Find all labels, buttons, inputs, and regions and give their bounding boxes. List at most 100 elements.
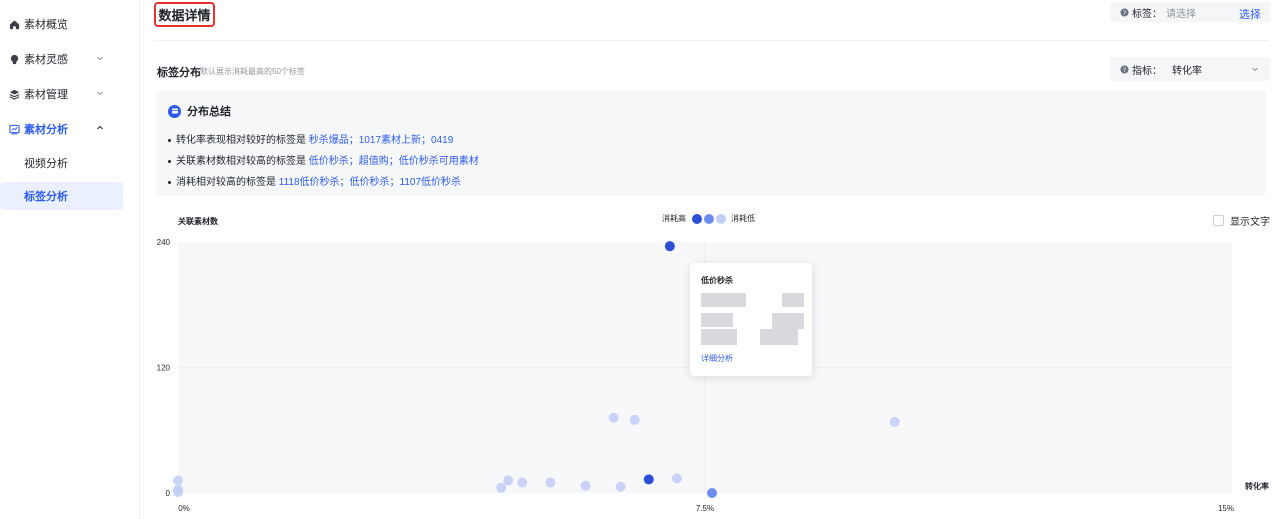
x-tick-label: 0%: [178, 504, 190, 513]
tag-link[interactable]: 秒杀爆品: [309, 135, 349, 146]
chevron-down-icon: [95, 88, 107, 100]
tag-link[interactable]: 1017素材上新: [359, 135, 421, 146]
data-point: [615, 481, 626, 492]
separator: ；: [348, 135, 359, 146]
legend-dot-high: [692, 213, 702, 224]
data-point: [173, 486, 183, 497]
data-point: [496, 482, 507, 493]
x-axis-title: 转化率: [1245, 481, 1269, 491]
stack-icon: [8, 88, 20, 100]
sidebar-item-label: 素材灵感: [24, 54, 68, 66]
tag-link[interactable]: 超值购: [359, 156, 389, 167]
tag-link[interactable]: 低价秒杀: [309, 156, 349, 167]
data-point: [664, 241, 675, 252]
chart-tooltip: 低价秒杀 详细分析: [690, 263, 812, 376]
bulb-icon: [8, 53, 20, 65]
help-icon: ?: [1120, 64, 1129, 74]
help-icon: ?: [1120, 7, 1129, 17]
sidebar-item-label: 素材管理: [24, 89, 68, 101]
svg-text:?: ?: [1123, 66, 1126, 73]
select-button[interactable]: 选择: [1239, 6, 1261, 22]
summary-icon: [168, 104, 181, 118]
tag-link[interactable]: 低价秒杀: [350, 177, 390, 188]
metric-label: 指标：: [1132, 65, 1162, 77]
data-point: [671, 473, 682, 484]
show-text-checkbox[interactable]: [1213, 215, 1224, 226]
bullet: [168, 138, 171, 142]
main-content: 数据详情 ? 标签： 请选择 选择 标签分布 默认展示消耗最高的50个标签 ? …: [140, 0, 1285, 519]
redacted-block: [760, 329, 798, 345]
redacted-block: [772, 313, 804, 329]
data-point: [580, 480, 591, 491]
metric-value: 转化率: [1172, 65, 1202, 77]
home-icon: [8, 18, 20, 30]
tag-link[interactable]: 1118低价秒杀: [279, 177, 340, 188]
x-tick-label: 7.5%: [696, 504, 714, 513]
legend-low-label: 消耗低: [731, 214, 755, 223]
summary-line: 转化率表现相对较好的标签是 秒杀爆品；1017素材上新；0419: [168, 131, 453, 146]
legend-high-label: 消耗高: [662, 214, 686, 223]
y-tick-label: 0: [166, 489, 171, 498]
chart-icon: [8, 123, 20, 135]
data-point: [517, 477, 528, 488]
legend-dot-low: [716, 213, 726, 224]
data-point: [545, 477, 556, 488]
redacted-block: [782, 293, 804, 307]
sidebar-item-label: 素材概览: [24, 19, 68, 31]
separator: ；: [339, 177, 350, 188]
page-title: 数据详情: [154, 2, 215, 27]
bullet: [168, 180, 171, 184]
summary-panel: 分布总结 转化率表现相对较好的标签是 秒杀爆品；1017素材上新；0419 关联…: [156, 91, 1266, 196]
show-text-toggle[interactable]: 显示文字: [1213, 213, 1270, 228]
summary-title: 分布总结: [187, 106, 231, 118]
chevron-up-icon: [95, 123, 107, 135]
data-point: [707, 488, 718, 498]
data-point: [889, 416, 900, 427]
show-text-label: 显示文字: [1230, 217, 1270, 228]
data-point: [629, 414, 640, 425]
sidebar-item-management[interactable]: 素材管理: [0, 79, 123, 109]
sidebar-item-analysis[interactable]: 素材分析: [0, 114, 123, 144]
y-axis-title: 关联素材数: [178, 217, 218, 226]
data-point: [173, 475, 183, 486]
sidebar-item-inspiration[interactable]: 素材灵感: [0, 44, 123, 74]
data-point: [503, 475, 514, 486]
y-tick-label: 240: [157, 238, 171, 247]
tag-link[interactable]: 1107低价秒杀: [400, 177, 462, 188]
divider: [154, 40, 1269, 41]
tag-filter-label: 标签：: [1132, 8, 1162, 20]
sidebar-item-overview[interactable]: 素材概览: [0, 9, 123, 39]
redacted-block: [701, 313, 733, 327]
summary-line: 关联素材数相对较高的标签是 低价秒杀；超值购；低价秒杀可用素材: [168, 152, 479, 167]
metric-select[interactable]: ? 指标： 转化率: [1110, 57, 1270, 81]
sidebar-item-tag-analysis[interactable]: 标签分析: [0, 182, 123, 210]
tag-link[interactable]: 低价秒杀可用素材: [399, 156, 479, 167]
summary-line-prefix: 转化率表现相对较好的标签是: [176, 135, 309, 146]
sidebar-item-label: 素材分析: [24, 124, 68, 136]
data-point: [608, 412, 619, 423]
summary-line-prefix: 消耗相对较高的标签是: [176, 177, 279, 188]
separator: ；: [389, 177, 400, 188]
redacted-block: [701, 293, 746, 307]
svg-text:?: ?: [1123, 9, 1126, 16]
sidebar-item-video-analysis[interactable]: 视频分析: [0, 149, 139, 177]
x-tick-label: 15%: [1218, 504, 1234, 513]
redacted-block: [701, 329, 737, 345]
chart-legend: 消耗高 消耗低: [662, 213, 755, 224]
data-point: [643, 474, 654, 485]
tooltip-title: 低价秒杀: [701, 276, 733, 285]
sidebar: 素材概览 素材灵感 素材管理 素材分析 视频分析 标签分析: [0, 0, 140, 519]
y-tick-label: 120: [157, 364, 171, 373]
chevron-down-icon: [95, 53, 107, 65]
separator: ；: [421, 135, 432, 146]
summary-header: 分布总结: [168, 103, 231, 119]
tag-filter-placeholder: 请选择: [1166, 8, 1196, 20]
detail-analysis-link[interactable]: 详细分析: [701, 353, 733, 364]
separator: ；: [388, 156, 399, 167]
section-title: 标签分布: [157, 67, 201, 79]
legend-dot-mid: [704, 213, 714, 224]
app-window: 素材概览 素材灵感 素材管理 素材分析 视频分析 标签分析 数据详情 ? 标签：…: [0, 0, 1285, 519]
bullet: [168, 159, 171, 163]
separator: ；: [348, 156, 359, 167]
tag-link[interactable]: 0419: [431, 135, 453, 146]
